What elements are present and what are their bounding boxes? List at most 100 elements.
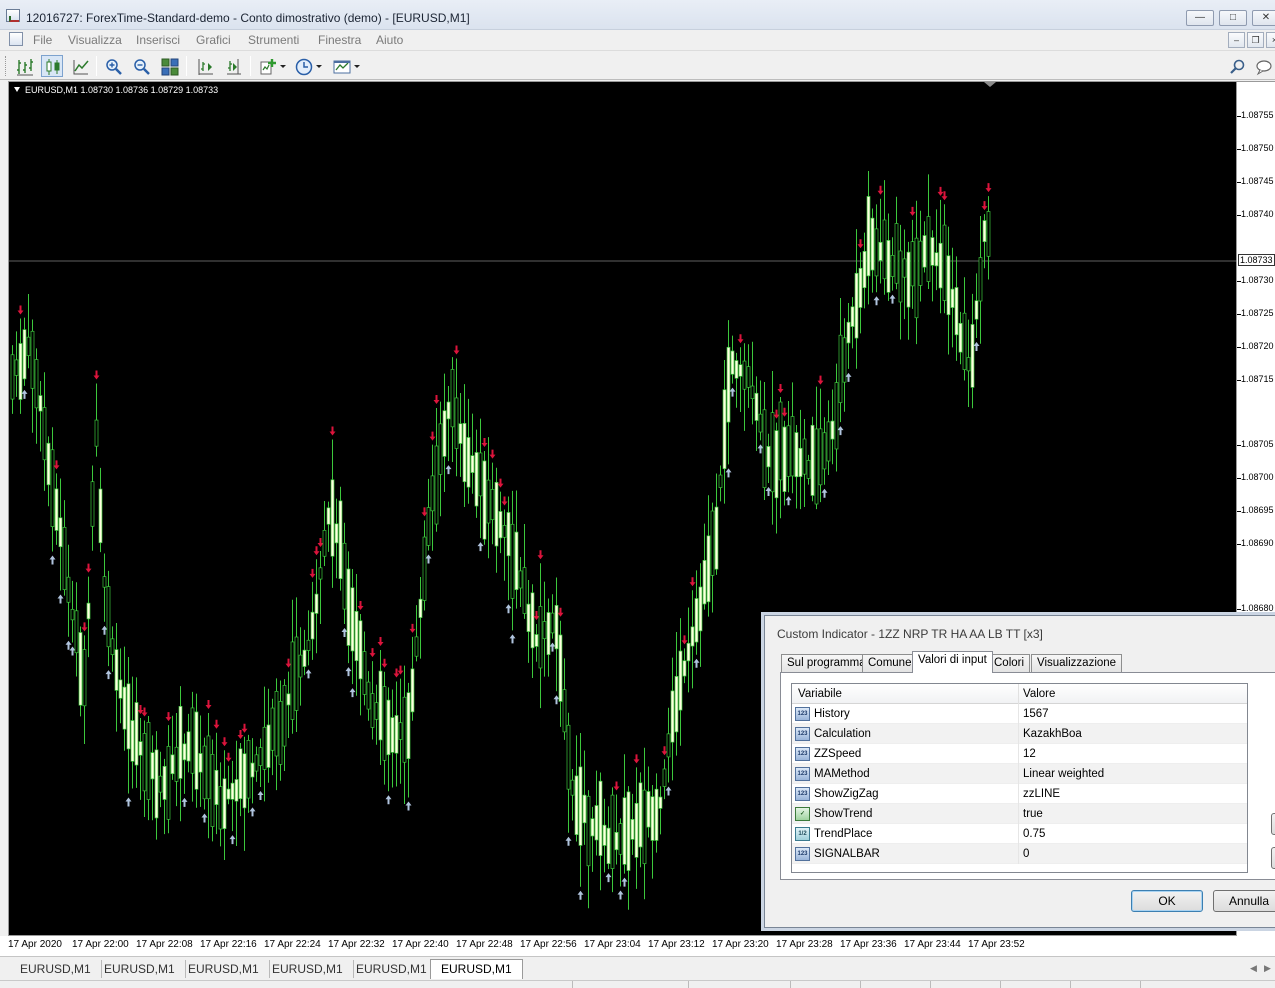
candle-body <box>394 715 399 754</box>
mdi-restore-button[interactable]: ❐ <box>1247 32 1264 48</box>
sell-signal-arrow <box>85 563 92 573</box>
chart-tab[interactable]: EURUSD,M1 <box>262 960 354 978</box>
periods-dropdown[interactable] <box>316 65 322 68</box>
load-button[interactable] <box>1271 813 1275 835</box>
window-title: 12016727: ForexTime-Standard-demo - Cont… <box>26 11 470 25</box>
table-row[interactable]: 123 History 1567 <box>792 704 1247 724</box>
variable-value[interactable]: zzLINE <box>1023 788 1060 800</box>
candle-body <box>446 401 451 420</box>
status-cell <box>790 981 791 988</box>
chart-tab[interactable]: EURUSD,M1 <box>346 960 438 978</box>
candle-body <box>798 447 803 477</box>
document-icon[interactable] <box>9 32 23 46</box>
periods-icon[interactable] <box>292 55 314 77</box>
ok-button[interactable]: OK <box>1131 890 1203 912</box>
candle-body <box>54 488 59 531</box>
candle-body <box>898 250 903 303</box>
tab-comune[interactable]: Comune <box>862 654 918 672</box>
variable-value[interactable]: 12 <box>1023 748 1036 760</box>
zoom-in-icon[interactable] <box>102 55 124 77</box>
variable-value[interactable]: 0.75 <box>1023 828 1045 840</box>
table-row[interactable]: 123 ZZSpeed 12 <box>792 744 1247 764</box>
menu-file[interactable]: File <box>33 33 52 47</box>
column-divider[interactable] <box>1018 684 1019 704</box>
column-header-variable[interactable]: Variabile <box>798 688 842 700</box>
autoscroll-icon[interactable] <box>221 55 243 77</box>
chat-icon[interactable] <box>1252 55 1274 77</box>
menu-inserisci[interactable]: Inserisci <box>136 33 180 47</box>
menu-visualizza[interactable]: Visualizza <box>68 33 122 47</box>
sell-signal-arrow <box>313 546 320 556</box>
tab-colori[interactable]: Colori <box>988 654 1031 672</box>
indicators-icon[interactable] <box>256 55 278 77</box>
indicators-dropdown[interactable] <box>280 65 286 68</box>
time-scale[interactable]: 17 Apr 2020 17 Apr 22:00 17 Apr 22:08 17… <box>0 936 1275 956</box>
candle-body <box>322 530 327 557</box>
variable-value[interactable]: true <box>1023 808 1043 820</box>
table-row[interactable]: 1/2 TrendPlace 0.75 <box>792 824 1247 844</box>
sell-signal-arrow <box>497 478 504 488</box>
candle-body <box>462 423 467 483</box>
candlestick-icon[interactable] <box>41 55 63 77</box>
candle-body <box>698 586 703 632</box>
chart-tab[interactable]: EURUSD,M1 <box>178 960 270 978</box>
zoom-out-icon[interactable] <box>130 55 152 77</box>
candle-body <box>370 693 375 728</box>
variable-value[interactable]: Linear weighted <box>1023 768 1104 780</box>
candle-body <box>270 707 275 751</box>
table-row[interactable]: ✓ ShowTrend true <box>792 804 1247 824</box>
variable-value[interactable]: 1567 <box>1023 708 1049 720</box>
row-divider <box>1018 824 1019 844</box>
menu-strumenti[interactable]: Strumenti <box>248 33 299 47</box>
table-row[interactable]: 123 MAMethod Linear weighted <box>792 764 1247 784</box>
sell-signal-arrow <box>985 183 992 193</box>
cancel-button[interactable]: Annulla <box>1213 890 1275 912</box>
templates-icon[interactable] <box>330 55 352 77</box>
chart-shift-marker-icon[interactable] <box>984 82 996 87</box>
line-chart-icon[interactable] <box>69 55 91 77</box>
mdi-minimize-button[interactable]: – <box>1228 32 1245 48</box>
grid-header: Variabile Valore <box>792 684 1247 704</box>
minimize-button[interactable]: — <box>1186 10 1214 26</box>
tab-valori-di-input[interactable]: Valori di input <box>912 651 993 673</box>
collapse-triangle-icon[interactable] <box>14 87 20 92</box>
candle-body <box>806 460 811 479</box>
maximize-button[interactable]: □ <box>1219 10 1247 26</box>
candle-body <box>230 782 235 800</box>
chart-shift-icon[interactable] <box>193 55 215 77</box>
toolbar-separator <box>96 56 97 76</box>
menu-aiuto[interactable]: Aiuto <box>376 33 403 47</box>
chart-tab[interactable]: EURUSD,M1 <box>94 960 186 978</box>
tile-windows-icon[interactable] <box>158 55 180 77</box>
save-button[interactable] <box>1271 847 1275 869</box>
search-icon[interactable] <box>1226 55 1248 77</box>
chart-tab[interactable]: EURUSD,M1 <box>10 960 102 978</box>
table-row[interactable]: 123 Calculation KazakhBoa <box>792 724 1247 744</box>
menu-grafici[interactable]: Grafici <box>196 33 231 47</box>
variable-value[interactable]: KazakhBoa <box>1023 728 1082 740</box>
time-label: 17 Apr 23:28 <box>776 939 833 950</box>
tab-sul-programma[interactable]: Sul programma <box>781 654 872 672</box>
toolbar-grip[interactable] <box>5 56 8 76</box>
table-row[interactable]: 123 ShowZigZag zzLINE <box>792 784 1247 804</box>
tab-visualizzazione[interactable]: Visualizzazione <box>1031 654 1123 672</box>
tab-scroll-right-icon[interactable]: ▶ <box>1264 963 1271 974</box>
menu-finestra[interactable]: Finestra <box>318 33 361 47</box>
chart-tab-active[interactable]: EURUSD,M1 <box>430 959 523 979</box>
sell-signal-arrow <box>205 699 212 709</box>
templates-dropdown[interactable] <box>354 65 360 68</box>
close-button[interactable]: ✕ <box>1252 10 1275 26</box>
column-header-value[interactable]: Valore <box>1023 688 1055 700</box>
tab-scroll-left-icon[interactable]: ◀ <box>1250 963 1257 974</box>
variable-value[interactable]: 0 <box>1023 848 1029 860</box>
table-row[interactable]: 123 SIGNALBAR 0 <box>792 844 1247 864</box>
mdi-close-button[interactable]: × <box>1266 32 1275 48</box>
integer-type-icon: 123 <box>795 787 810 801</box>
candle-body <box>78 632 83 706</box>
candle-body <box>610 794 615 869</box>
bar-chart-icon[interactable] <box>13 55 35 77</box>
sell-signal-arrow <box>501 496 508 506</box>
candle-body <box>834 382 839 450</box>
candle-body <box>762 409 767 488</box>
candle-body <box>882 219 887 280</box>
